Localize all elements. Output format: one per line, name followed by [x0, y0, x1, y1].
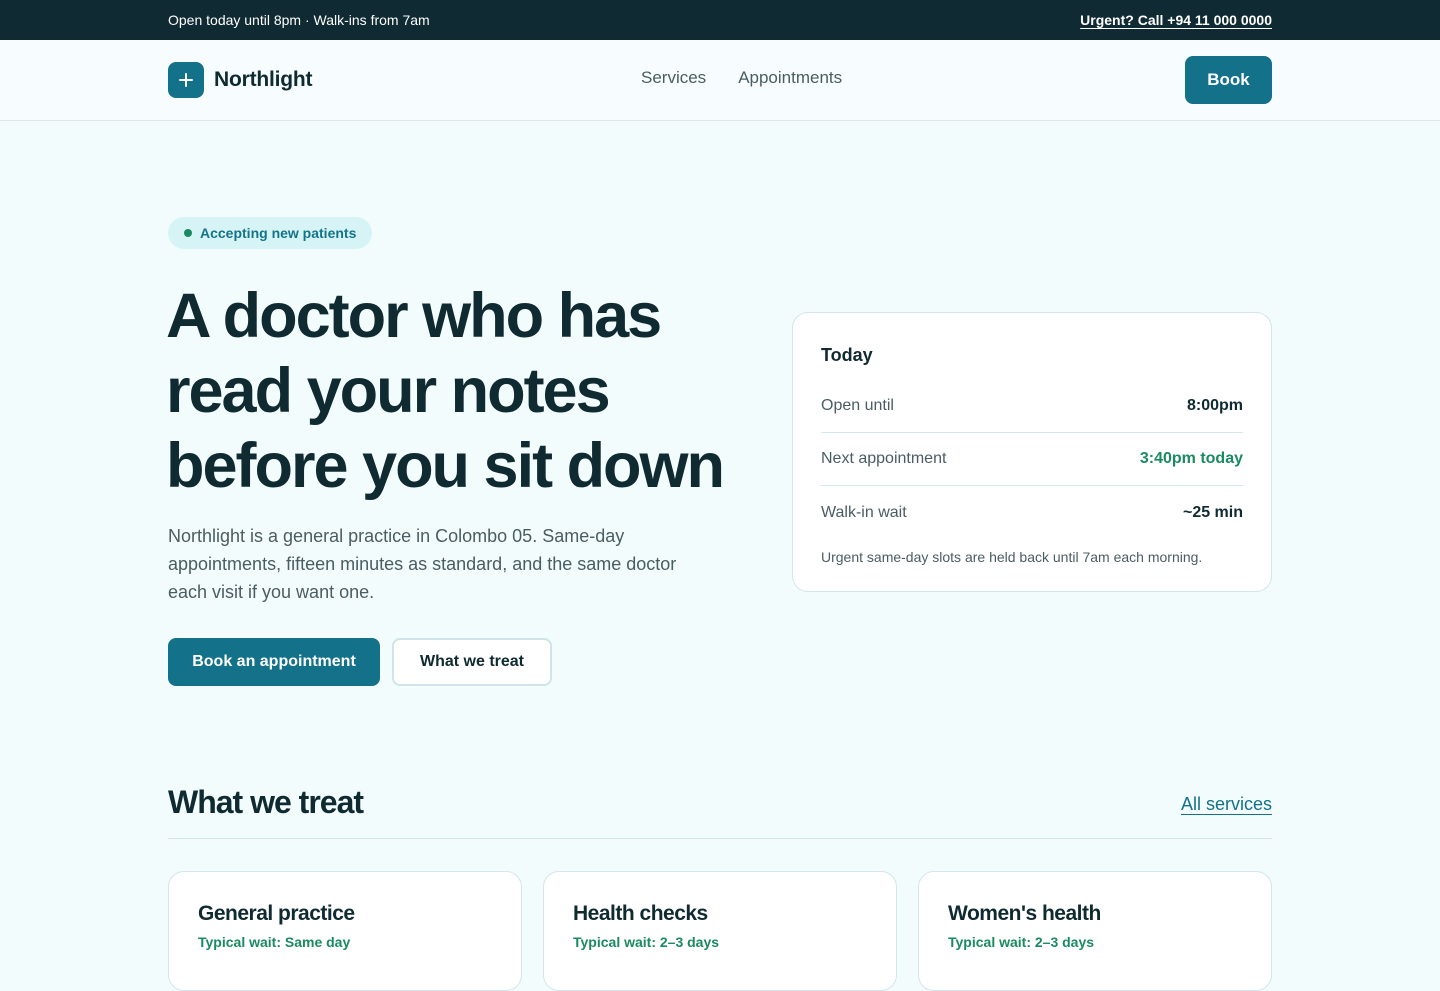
service-card-health-checks[interactable]: Health checks Typical wait: 2–3 days — [543, 871, 897, 991]
service-cards: General practice Typical wait: Same day … — [168, 871, 1272, 991]
status-dot-icon — [184, 229, 192, 237]
row-label: Open until — [821, 397, 894, 414]
hero-description: Northlight is a general practice in Colo… — [168, 526, 677, 602]
brand[interactable]: Northlight — [168, 62, 313, 98]
cta-row: Book an appointment What we treat — [168, 638, 552, 686]
page-title: A doctor who has read your notes before … — [166, 279, 766, 504]
card-wait: Typical wait: Same day — [198, 934, 351, 950]
card-wait: Typical wait: 2–3 days — [948, 934, 1095, 950]
plus-icon — [168, 62, 204, 98]
urgent-call-link[interactable]: Urgent? Call +94 11 000 0000 — [1080, 12, 1272, 28]
main-nav: Northlight Services Appointments Book — [0, 40, 1440, 121]
row-label: Next appointment — [821, 450, 947, 467]
row-value: 8:00pm — [1186, 397, 1243, 414]
card-wait: Typical wait: 2–3 days — [573, 934, 720, 950]
card-title: Women's health — [948, 902, 1101, 925]
today-row-open-until: Open until 8:00pm — [821, 380, 1243, 433]
today-row-walk-in-wait: Walk-in wait ~25 min — [821, 486, 1243, 539]
today-row-next-appointment: Next appointment 3:40pm today — [821, 433, 1243, 486]
treat-section-header: What we treat All services — [168, 784, 1272, 839]
today-title: Today — [821, 345, 873, 365]
badge-label: Accepting new patients — [200, 225, 357, 241]
brand-name: Northlight — [214, 68, 313, 91]
nav-link-appointments[interactable]: Appointments — [738, 68, 842, 88]
hero: Accepting new patients A doctor who has … — [0, 121, 1440, 761]
nav-links: Services Appointments — [641, 68, 842, 88]
card-title: Health checks — [573, 902, 708, 925]
today-note: Urgent same-day slots are held back unti… — [821, 549, 1203, 565]
book-button[interactable]: Book — [1185, 56, 1272, 104]
section-title: What we treat — [168, 784, 364, 820]
book-appointment-button[interactable]: Book an appointment — [168, 638, 380, 686]
status-badge: Accepting new patients — [168, 217, 373, 249]
row-value: ~25 min — [1182, 503, 1243, 521]
headline-line-2: read your notes — [166, 356, 611, 426]
service-card-womens-health[interactable]: Women's health Typical wait: 2–3 days — [918, 871, 1272, 991]
headline-line-1: A doctor who has — [166, 281, 662, 351]
all-services-link[interactable]: All services — [1181, 794, 1272, 815]
row-value: 3:40pm today — [1139, 450, 1243, 467]
headline-line-3: before you sit down — [166, 431, 725, 501]
card-title: General practice — [198, 902, 355, 925]
row-label: Walk-in wait — [821, 503, 907, 521]
announcement-bar: Open today until 8pm · Walk-ins from 7am… — [0, 0, 1440, 40]
nav-link-services[interactable]: Services — [641, 68, 706, 88]
today-card: Today Open until 8:00pm Next appointment… — [792, 312, 1272, 592]
what-we-treat-button[interactable]: What we treat — [392, 638, 552, 686]
hours-text: Open today until 8pm · Walk-ins from 7am — [168, 12, 430, 28]
service-card-general-practice[interactable]: General practice Typical wait: Same day — [168, 871, 522, 991]
